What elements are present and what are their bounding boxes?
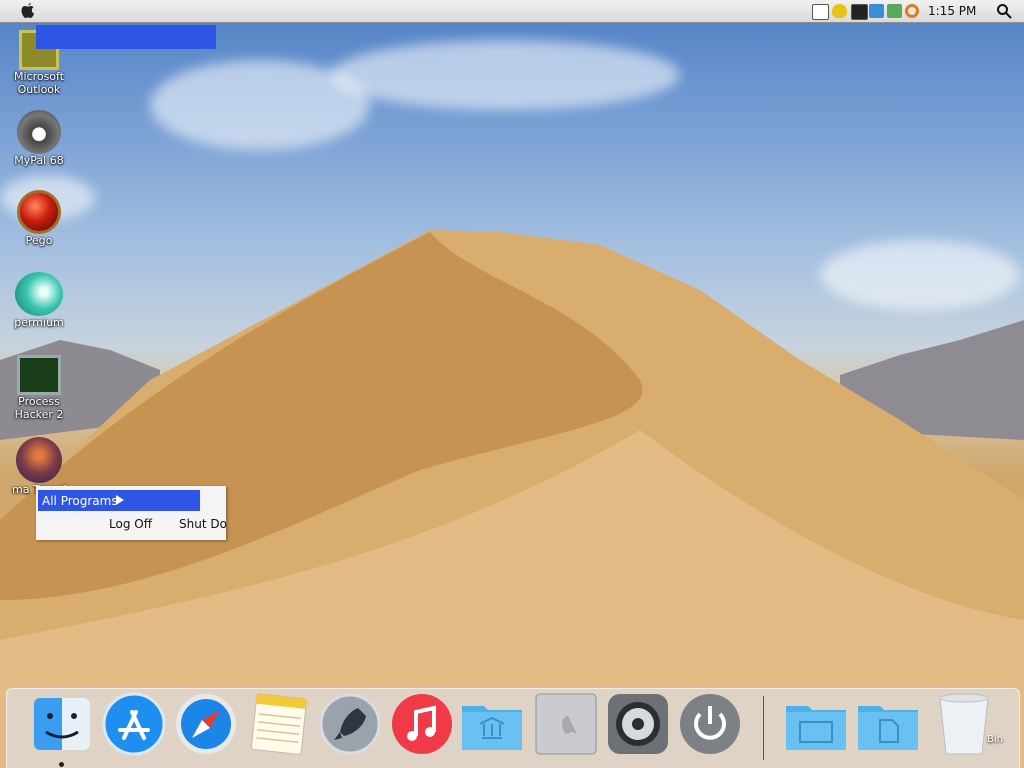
desktop-icon-label: Microsoft Outlook (13, 70, 65, 96)
running-indicator (59, 762, 64, 767)
desktop-icon-label: Pego (25, 234, 53, 247)
clock[interactable]: 1:15 PM (928, 4, 976, 18)
monitor-graph-icon (17, 355, 61, 395)
desktop-folder-icon[interactable] (784, 692, 848, 756)
network-icon[interactable] (887, 4, 902, 18)
notes-icon[interactable] (246, 692, 310, 756)
arrow-right-icon (116, 495, 124, 505)
menu-bar: 1:15 PM (0, 0, 1024, 23)
safari-icon[interactable] (174, 692, 238, 756)
wallpaper-landscape (0, 230, 1024, 768)
desktop-icon-pego[interactable]: Pego (0, 190, 78, 247)
sierra-icon (16, 437, 62, 483)
trash-icon[interactable] (932, 692, 996, 756)
teal-swirl-icon (15, 272, 63, 316)
trash-label: Bin (987, 734, 1003, 745)
apple-icon[interactable] (19, 2, 37, 20)
red-orb-icon (17, 190, 61, 234)
desktop-icon-permium[interactable]: permium (0, 272, 78, 329)
desktop-icon-mypal[interactable]: MyPal 68 (0, 110, 78, 167)
applications-folder-icon[interactable] (460, 692, 524, 756)
power-icon[interactable] (678, 692, 742, 756)
grid-icon[interactable] (851, 4, 868, 20)
monitor-icon[interactable] (869, 4, 884, 18)
raccoon-icon (17, 110, 61, 154)
key-icon[interactable] (905, 4, 919, 18)
launchpad-icon[interactable] (318, 692, 382, 756)
music-icon[interactable] (390, 692, 454, 756)
log-off-button[interactable]: Log Off (109, 517, 152, 531)
dock-separator (763, 696, 764, 760)
mac-pro-icon[interactable] (534, 692, 598, 756)
shut-down-button[interactable]: Shut Dov (179, 517, 226, 531)
keyboard-icon[interactable] (812, 4, 829, 20)
desktop-icon-label: Process Hacker 2 (14, 395, 64, 421)
desktop-icon-process-hacker[interactable]: Process Hacker 2 (0, 355, 78, 421)
desktop-icon-label: permium (14, 316, 64, 329)
desktop-icon-label: MyPal 68 (14, 154, 64, 167)
desktop[interactable]: 1:15 PM Microsoft Outlook MyPal 68 Pego … (0, 0, 1024, 768)
shield-icon[interactable] (832, 4, 847, 18)
system-preferences-icon[interactable] (606, 692, 670, 756)
all-programs-label: All Programs (42, 493, 118, 508)
rename-field[interactable] (36, 25, 216, 49)
documents-folder-icon[interactable] (856, 692, 920, 756)
search-icon[interactable] (996, 3, 1012, 19)
app-store-icon[interactable] (102, 692, 166, 756)
all-programs-item[interactable]: All Programs (38, 490, 200, 511)
finder-icon[interactable] (30, 692, 94, 756)
start-menu: All Programs Log Off Shut Dov (36, 486, 226, 540)
